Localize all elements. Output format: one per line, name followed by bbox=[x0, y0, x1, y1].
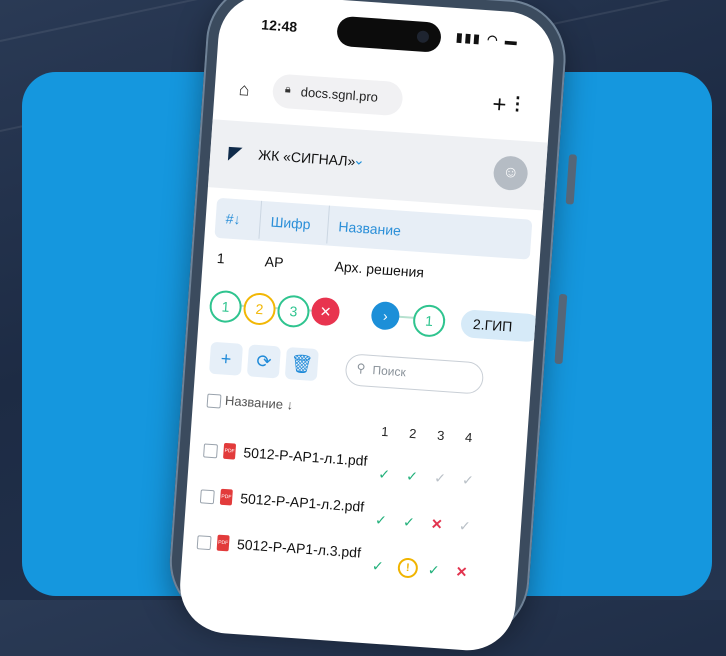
delete-button[interactable]: 🗑︎ bbox=[284, 346, 319, 382]
row-title: Арх. решения bbox=[334, 258, 425, 281]
refresh-button[interactable]: ⟳ bbox=[246, 344, 281, 379]
add-button[interactable]: + bbox=[208, 341, 244, 376]
gip-stage-badge[interactable]: 2.ГИП bbox=[460, 309, 542, 343]
status-time: 12:48 bbox=[260, 16, 298, 35]
select-all-checkbox[interactable] bbox=[206, 393, 222, 409]
file-name[interactable]: 5012-Р-АР1-л.1.pdf bbox=[243, 444, 368, 469]
approved-check-icon[interactable]: ✓ bbox=[402, 514, 416, 532]
status-column-2: 2 bbox=[408, 425, 417, 442]
file-name[interactable]: 5012-Р-АР1-л.3.pdf bbox=[237, 536, 362, 561]
table-header: #↓ Шифр Название bbox=[214, 197, 533, 260]
column-header-num[interactable]: #↓ bbox=[225, 210, 241, 227]
url-text: docs.sgnl.pro bbox=[300, 84, 379, 105]
stage-circle[interactable]: 3 bbox=[276, 294, 311, 329]
home-icon[interactable]: ⌂ bbox=[238, 79, 250, 101]
rejected-x-icon[interactable]: ✕ bbox=[430, 515, 443, 533]
file-checkbox[interactable] bbox=[196, 535, 212, 551]
next-stage-chevron-icon[interactable]: › bbox=[370, 300, 401, 331]
dynamic-island bbox=[336, 15, 442, 53]
list-header-name[interactable]: Название ↓ bbox=[225, 393, 294, 413]
row-code: АР bbox=[264, 253, 285, 271]
new-tab-plus-icon[interactable]: + bbox=[491, 91, 507, 120]
camera-icon bbox=[416, 30, 430, 44]
file-checkbox[interactable] bbox=[203, 443, 218, 459]
approved-check-icon[interactable]: ✓ bbox=[375, 512, 388, 530]
status-column-1: 1 bbox=[380, 423, 390, 440]
address-bar[interactable]: 🔒︎ docs.sgnl.pro bbox=[271, 73, 404, 117]
signal-logo-icon: ◤ bbox=[227, 142, 243, 164]
approved-check-icon[interactable]: ✓ bbox=[427, 561, 440, 579]
approval-stages: 1 2 3 ✕ › 1 2.ГИП bbox=[208, 286, 542, 349]
status-column-3: 3 bbox=[436, 427, 445, 444]
pending-check-icon[interactable]: ✓ bbox=[434, 470, 447, 488]
file-checkbox[interactable] bbox=[199, 489, 215, 505]
search-input[interactable]: ⚲ Поиск bbox=[344, 353, 485, 395]
stage-circle[interactable]: 1 bbox=[208, 289, 243, 324]
column-header-title[interactable]: Название bbox=[326, 205, 403, 249]
pending-check-icon[interactable]: ✓ bbox=[458, 517, 471, 535]
approved-check-icon[interactable]: ✓ bbox=[378, 466, 391, 484]
reject-stage-icon[interactable]: ✕ bbox=[310, 296, 341, 327]
phone-side-button bbox=[565, 154, 578, 205]
phone-screen: 12:48 ▮▮▮ ◠ ▬ ⌂ 🔒︎ docs.sgnl.pro + ⋮ ◤ Ж… bbox=[176, 0, 557, 654]
stage-circle[interactable]: 2 bbox=[242, 291, 277, 327]
file-name[interactable]: 5012-Р-АР1-л.2.pdf bbox=[240, 490, 365, 515]
pending-check-icon[interactable]: ✓ bbox=[462, 472, 475, 490]
rejected-x-icon[interactable]: ✕ bbox=[455, 563, 468, 581]
status-column-4: 4 bbox=[464, 429, 473, 446]
approved-check-icon[interactable]: ✓ bbox=[406, 468, 419, 486]
signal-wifi-battery-icon: ▮▮▮ ◠ ▬ bbox=[455, 30, 520, 49]
avatar[interactable]: ☺ bbox=[492, 155, 529, 192]
row-num: 1 bbox=[216, 249, 226, 267]
stage-circle[interactable]: 1 bbox=[412, 303, 447, 338]
search-placeholder: Поиск bbox=[372, 363, 407, 380]
search-icon: ⚲ bbox=[356, 360, 366, 376]
lock-icon: 🔒︎ bbox=[284, 83, 292, 96]
chevron-down-icon[interactable]: ⌄ bbox=[353, 151, 366, 169]
pdf-file-icon: PDF bbox=[216, 534, 230, 552]
project-name[interactable]: ЖК «СИГНАЛ» bbox=[258, 147, 356, 170]
phone-mockup: 12:48 ▮▮▮ ◠ ▬ ⌂ 🔒︎ docs.sgnl.pro + ⋮ ◤ Ж… bbox=[165, 0, 590, 654]
approved-check-icon[interactable]: ✓ bbox=[371, 557, 384, 575]
warning-icon[interactable]: ! bbox=[397, 557, 419, 579]
more-vert-icon[interactable]: ⋮ bbox=[508, 93, 527, 115]
project-header: ◤ ЖК «СИГНАЛ» ⌄ ☺ bbox=[207, 119, 548, 211]
pdf-file-icon: PDF bbox=[223, 442, 237, 460]
column-header-code[interactable]: Шифр bbox=[258, 200, 312, 243]
pdf-file-icon: PDF bbox=[219, 488, 233, 506]
